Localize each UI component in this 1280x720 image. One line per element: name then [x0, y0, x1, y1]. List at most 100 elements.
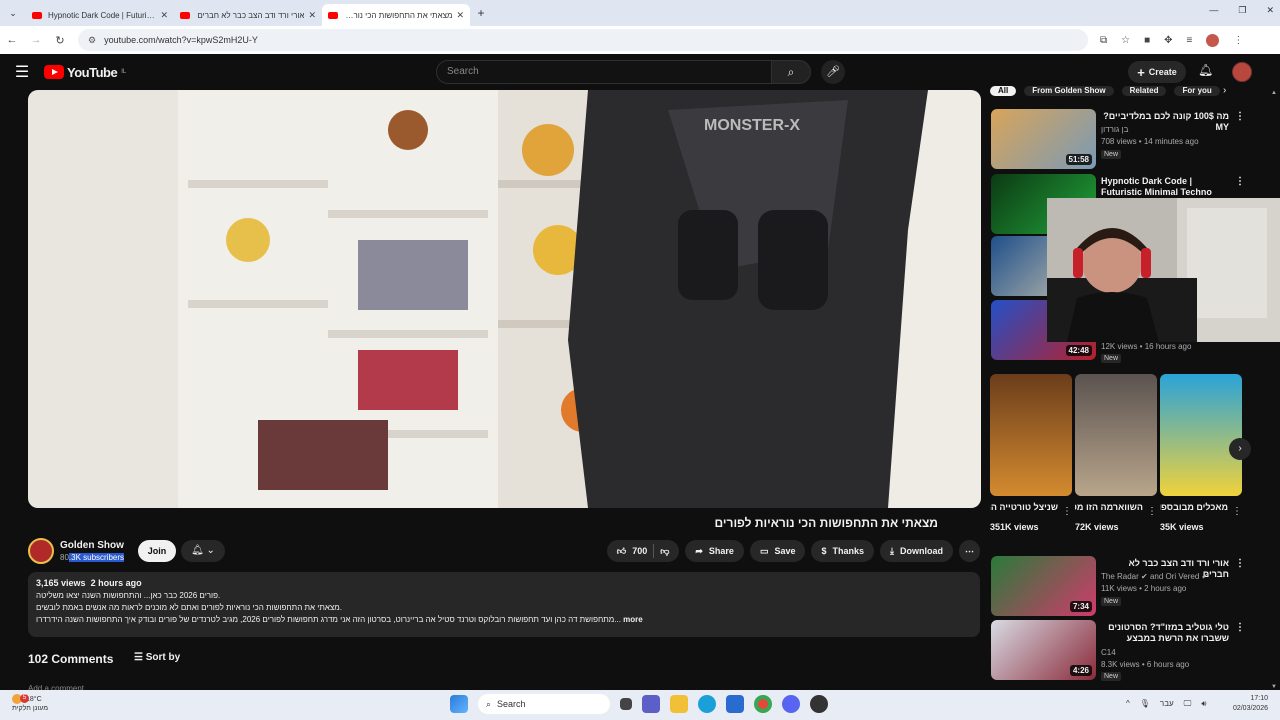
extensions-puzzle-icon[interactable]: ✥: [1164, 35, 1172, 46]
close-window-icon[interactable]: ✕: [1266, 5, 1274, 16]
search-icon[interactable]: ⌕: [771, 60, 811, 84]
channel-avatar[interactable]: [28, 538, 54, 564]
recommended-video[interactable]: 4:26 טלי גוטליב במזו"ד? הסרטונים ששברו א…: [991, 620, 1256, 682]
subscribe-bell-button[interactable]: 🔔︎ ⌄: [181, 540, 225, 562]
profile-avatar[interactable]: [1206, 33, 1220, 47]
tab-search-chevron-icon[interactable]: ⌄: [0, 0, 26, 26]
window-controls: — ❐ ✕: [1209, 5, 1274, 16]
video-menu-icon[interactable]: ⋮: [1235, 111, 1245, 122]
microphone-icon[interactable]: 🎤︎: [821, 60, 845, 84]
description-line: פורים 2026 כבר כאן... והתחפושות השנה יצא…: [36, 591, 221, 600]
browser-menu-icon[interactable]: ⋮: [1233, 35, 1243, 46]
thanks-button[interactable]: $ Thanks: [811, 540, 875, 562]
video-player[interactable]: MONSTER-X: [28, 90, 981, 508]
address-bar[interactable]: ⚙ youtube.com/watch?v=kpwS2mH2U-Y: [78, 29, 1088, 51]
search-input[interactable]: Search: [436, 60, 772, 84]
channel-name[interactable]: C14: [1101, 648, 1116, 657]
short-menu-icon[interactable]: ⋮: [1232, 506, 1242, 517]
browser-tab-1[interactable]: Hypnotic Dark Code | Futuristic ✕: [26, 4, 174, 26]
media-control-icon[interactable]: ≡: [1187, 35, 1193, 46]
tray-chevron-icon[interactable]: ^: [1126, 699, 1130, 709]
network-icon[interactable]: 🖵︎: [1184, 699, 1192, 709]
video-menu-icon[interactable]: ⋮: [1235, 176, 1245, 187]
video-thumbnail[interactable]: 51:58: [991, 109, 1096, 169]
site-info-icon[interactable]: ⚙: [88, 35, 96, 46]
short-item[interactable]: שניצל טורטייה הראשון מסוגו 351K views ⋮: [990, 374, 1072, 532]
video-thumbnail[interactable]: 7:34: [991, 556, 1096, 616]
youtube-favicon-icon: [180, 11, 190, 19]
weather-widget[interactable]: 18°C מעונן חלקית: [12, 694, 48, 713]
like-dislike-button[interactable]: 👍︎ 700 👎︎: [606, 540, 680, 562]
account-avatar[interactable]: [1232, 62, 1252, 82]
video-menu-icon[interactable]: ⋮: [1235, 558, 1245, 569]
chip-for-you[interactable]: For you: [1174, 86, 1220, 96]
short-item[interactable]: השווארמה הזו מסובכת... 72K views ⋮: [1075, 374, 1157, 532]
video-title: מצאתי את התחפושות הכי נוראיות לפורים: [714, 516, 939, 530]
windows-start-icon[interactable]: [450, 695, 468, 713]
share-button[interactable]: ➦ Share: [685, 540, 744, 562]
reload-icon[interactable]: ↻: [48, 34, 72, 47]
create-button[interactable]: + Create: [1128, 61, 1186, 83]
close-tab-icon[interactable]: ✕: [160, 10, 168, 21]
store-icon[interactable]: [726, 695, 744, 713]
extension-icon[interactable]: ■: [1144, 35, 1150, 46]
minimize-icon[interactable]: —: [1209, 5, 1218, 16]
close-tab-icon[interactable]: ✕: [456, 10, 464, 21]
video-thumbnail[interactable]: 4:26: [991, 620, 1096, 680]
thumbs-up-icon[interactable]: 👍︎: [617, 546, 626, 557]
volume-icon[interactable]: 🔊︎: [1201, 699, 1206, 709]
webcam-overlay: [1047, 198, 1280, 342]
save-button[interactable]: ▭ Save: [749, 540, 806, 562]
chip-all[interactable]: All: [990, 86, 1017, 96]
discord-icon[interactable]: [782, 695, 800, 713]
channel-name[interactable]: The Radar ✔ and Ori Vered ✔: [1101, 572, 1208, 581]
app-icon[interactable]: [810, 695, 828, 713]
short-menu-icon[interactable]: ⋮: [1062, 506, 1072, 517]
language-indicator[interactable]: עבר: [1160, 699, 1174, 709]
shorts-next-icon[interactable]: ›: [1229, 438, 1251, 460]
short-thumbnail[interactable]: [1075, 374, 1157, 496]
tray-mic-icon[interactable]: 🎙︎: [1140, 699, 1150, 709]
install-app-icon[interactable]: ⧉: [1100, 35, 1107, 46]
forward-icon[interactable]: →: [24, 34, 48, 46]
chips-next-icon[interactable]: ›: [1223, 85, 1226, 96]
channel-name[interactable]: Golden Show: [60, 540, 124, 551]
divider: [653, 544, 655, 558]
close-tab-icon[interactable]: ✕: [308, 10, 316, 21]
description-box[interactable]: 3,165 views 2 hours ago פורים 2026 כבר כ…: [28, 572, 980, 637]
scroll-up-icon[interactable]: ▲: [1271, 90, 1277, 96]
browser-tab-3[interactable]: מצאתי את התחפושות הכי נוראיות ✕: [322, 4, 470, 26]
chip-related[interactable]: Related: [1121, 86, 1167, 96]
browser-tab-2[interactable]: אורי ורד ודב הצב כבר לא חברים ✕: [174, 4, 322, 26]
more-actions-icon[interactable]: ⋯: [959, 540, 980, 562]
short-thumbnail[interactable]: [990, 374, 1072, 496]
file-explorer-icon[interactable]: [670, 695, 688, 713]
video-menu-icon[interactable]: ⋮: [1235, 622, 1245, 633]
sort-by-button[interactable]: ☰ Sort by: [134, 652, 180, 663]
chip-from-channel[interactable]: From Golden Show: [1024, 86, 1114, 96]
bookmark-star-icon[interactable]: ☆: [1121, 35, 1130, 46]
download-button[interactable]: ⤓ Download: [880, 540, 953, 562]
page-scrollbar[interactable]: ▲ ▼: [1270, 90, 1278, 690]
notifications-bell-icon[interactable]: 🔔︎: [1198, 63, 1213, 77]
new-tab-icon[interactable]: +: [470, 6, 492, 20]
show-more-link[interactable]: more: [623, 615, 643, 624]
join-button[interactable]: Join: [138, 540, 176, 562]
hamburger-menu-icon[interactable]: ☰: [0, 62, 44, 82]
system-clock[interactable]: 17:10 02/03/2026: [1224, 694, 1268, 714]
thanks-icon: $: [821, 546, 827, 556]
recommended-video[interactable]: 51:58 מה 100$ קונה לכם במלדיביים? MY בן …: [991, 109, 1256, 171]
short-menu-icon[interactable]: ⋮: [1147, 506, 1157, 517]
back-icon[interactable]: ←: [0, 34, 24, 46]
teams-icon[interactable]: [642, 695, 660, 713]
thumbs-down-icon[interactable]: 👎︎: [660, 546, 669, 557]
youtube-logo[interactable]: YouTube IL: [44, 65, 126, 80]
chrome-icon[interactable]: [754, 695, 772, 713]
edge-icon[interactable]: [698, 695, 716, 713]
short-thumbnail[interactable]: [1160, 374, 1242, 496]
channel-name[interactable]: בן גורדון: [1101, 125, 1128, 134]
task-view-icon[interactable]: [620, 698, 632, 710]
taskbar-search[interactable]: ⌕ Search: [478, 694, 610, 714]
recommended-video[interactable]: 7:34 אורי ורד ודב הצב כבר לא חברים The R…: [991, 556, 1256, 618]
maximize-icon[interactable]: ❐: [1238, 5, 1246, 16]
